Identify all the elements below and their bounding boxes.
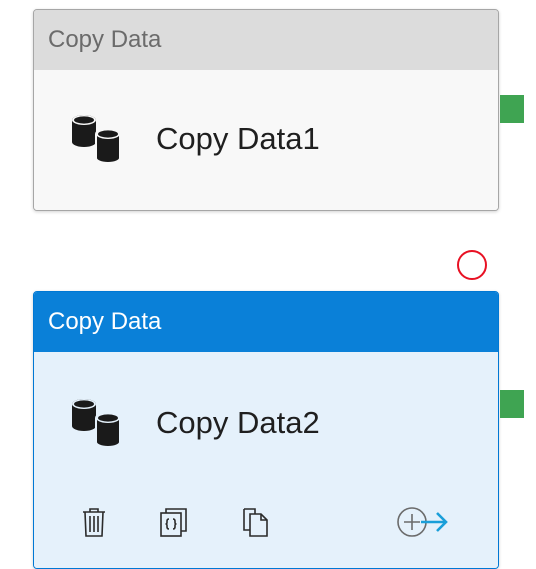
activity-content: Copy Data2: [70, 396, 320, 450]
success-output-connector[interactable]: [500, 95, 524, 123]
delete-activity-button[interactable]: [76, 504, 112, 540]
add-output-icon: [395, 505, 459, 539]
activity-body: Copy Data1: [34, 70, 498, 210]
clone-activity-button[interactable]: [237, 504, 273, 540]
validation-error-icon[interactable]: [457, 250, 487, 280]
view-code-button[interactable]: [156, 504, 192, 540]
database-icon: [70, 396, 124, 450]
success-output-connector[interactable]: [500, 390, 524, 418]
code-icon: [158, 506, 190, 538]
copy-data-activity-1[interactable]: Copy Data Copy Data1: [33, 9, 499, 211]
add-output-button[interactable]: [395, 504, 459, 540]
activity-body: Copy Data2: [34, 352, 498, 568]
activity-type-header: Copy Data: [34, 10, 498, 70]
activity-name: Copy Data1: [156, 121, 320, 156]
activity-name: Copy Data2: [156, 405, 320, 440]
trash-icon: [80, 506, 108, 538]
copy-data-activity-2[interactable]: Copy Data Copy Data2: [33, 291, 499, 569]
copy-icon: [239, 506, 271, 538]
activity-type-header: Copy Data: [34, 292, 498, 352]
database-icon: [70, 112, 124, 166]
activity-content: Copy Data1: [70, 112, 320, 166]
